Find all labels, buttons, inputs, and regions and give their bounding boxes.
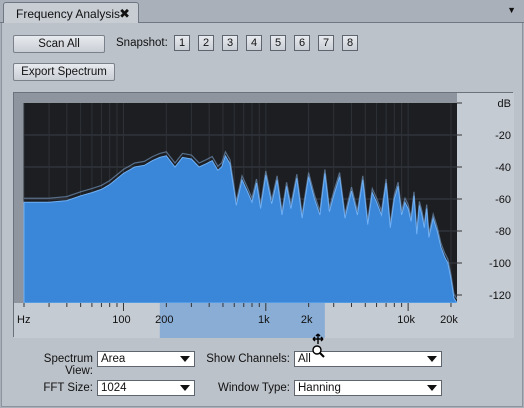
db-tick-label: dB [498,98,511,110]
snapshot-button-6[interactable]: 6 [294,35,310,51]
spectrum-graph[interactable]: Hz 100 200 1k 2k 10k 20k dB -20 -40 -60 -80 -100 -120 [13,92,514,338]
chevron-down-icon [180,356,190,362]
db-tick-label: -20 [495,130,511,142]
freq-unit-label: Hz [17,314,30,326]
fft-size-select[interactable]: 1024 [97,380,195,396]
zoom-cursor-icon [312,333,325,358]
snapshot-button-3[interactable]: 3 [222,35,238,51]
close-icon[interactable]: ✖ [119,6,130,22]
fft-size-label: FFT Size: [43,382,93,394]
spectrum-view-label: Spectrum View: [43,353,93,377]
freq-tick-label: 100 [112,314,130,326]
freq-tick-label: 1k [258,314,270,326]
snapshot-button-4[interactable]: 4 [246,35,262,51]
freq-tick-label: 20k [440,314,458,326]
show-channels-label: Show Channels: [206,353,290,365]
chevron-down-icon [427,385,437,391]
snapshot-button-5[interactable]: 5 [270,35,286,51]
snapshot-button-7[interactable]: 7 [318,35,334,51]
fft-size-value: 1024 [101,382,127,394]
chevron-down-icon [180,385,190,391]
chevron-down-icon [427,356,437,362]
spectrum-view-select[interactable]: Area [97,351,195,367]
window-type-value: Hanning [298,382,341,394]
snapshot-button-2[interactable]: 2 [198,35,214,51]
window-type-label: Window Type: [217,382,290,394]
snapshot-button-1[interactable]: 1 [174,35,190,51]
db-tick-label: -80 [495,226,511,238]
db-tick-label: -120 [489,290,511,302]
tab-title: Frequency Analysis [16,7,121,21]
freq-tick-label: 10k [397,314,415,326]
freq-tick-label: 200 [155,314,173,326]
db-tick-label: -60 [495,194,511,206]
freq-tick-label: 2k [301,314,313,326]
snapshot-label: Snapshot: [116,37,168,49]
panel-menu-icon[interactable]: ▼ [507,5,516,15]
tab-frequency-analysis[interactable]: Frequency Analysis ✖ [3,2,139,24]
db-tick-label: -40 [495,162,511,174]
spectrum-view-value: Area [101,353,126,365]
export-spectrum-button[interactable]: Export Spectrum [13,63,115,81]
window-type-select[interactable]: Hanning [294,380,442,396]
tab-bar: Frequency Analysis ✖ ▼ [0,0,524,24]
snapshot-button-8[interactable]: 8 [342,35,358,51]
scan-all-button[interactable]: Scan All [13,35,105,53]
db-tick-label: -100 [489,258,511,270]
spectrum-canvas[interactable]: Hz 100 200 1k 2k 10k 20k dB -20 -40 -60 -80 -100 -120 [14,93,514,338]
